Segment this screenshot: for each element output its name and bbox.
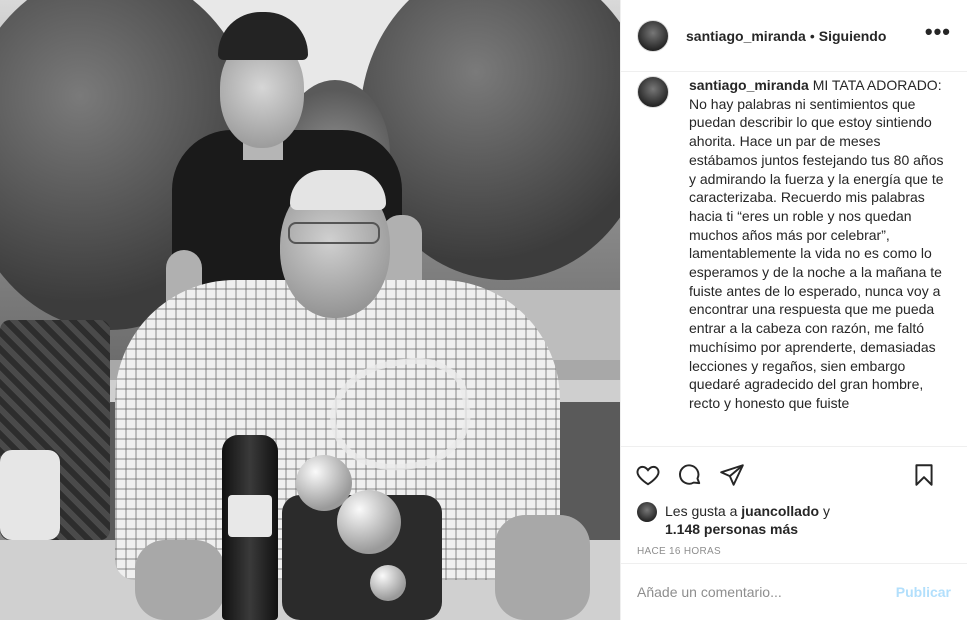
liker-avatar[interactable] xyxy=(637,502,657,522)
heart-icon[interactable] xyxy=(635,462,661,488)
likes-text: Les gusta a juancollado y 1.148 personas… xyxy=(665,502,830,538)
post-timestamp[interactable]: HACE 16 HORAS xyxy=(621,538,967,557)
comment-input[interactable] xyxy=(637,584,896,600)
separator-dot: • xyxy=(809,27,815,44)
share-icon[interactable] xyxy=(719,462,745,488)
caption-avatar[interactable] xyxy=(637,76,669,108)
bookmark-icon[interactable] xyxy=(911,462,937,488)
comment-bar: Publicar xyxy=(621,563,967,620)
comment-icon[interactable] xyxy=(677,462,703,488)
post-sidebar: santiago_miranda • Siguiendo ••• santiag… xyxy=(620,0,967,620)
caption: santiago_miranda MI TATA ADORADO: No hay… xyxy=(689,76,944,446)
likes-prefix: Les gusta a xyxy=(665,503,738,519)
likes-summary: Les gusta a juancollado y 1.148 personas… xyxy=(621,502,967,538)
instagram-post: santiago_miranda • Siguiendo ••• santiag… xyxy=(0,0,967,620)
post-header: santiago_miranda • Siguiendo ••• xyxy=(621,0,967,72)
liker-username[interactable]: juancollado xyxy=(741,503,819,519)
caption-text: MI TATA ADORADO: No hay palabras ni sent… xyxy=(689,77,944,411)
likes-others-link[interactable]: 1.148 personas más xyxy=(665,521,798,537)
action-bar xyxy=(621,446,967,502)
header-username[interactable]: santiago_miranda xyxy=(686,28,806,44)
follow-status-button[interactable]: Siguiendo xyxy=(819,28,887,44)
likes-connector: y xyxy=(822,503,830,519)
more-options-icon[interactable]: ••• xyxy=(925,21,951,43)
caption-username[interactable]: santiago_miranda xyxy=(689,77,809,93)
post-photo[interactable] xyxy=(0,0,620,620)
publish-button[interactable]: Publicar xyxy=(896,584,951,600)
caption-area: santiago_miranda MI TATA ADORADO: No hay… xyxy=(621,72,967,446)
avatar[interactable] xyxy=(637,19,669,52)
